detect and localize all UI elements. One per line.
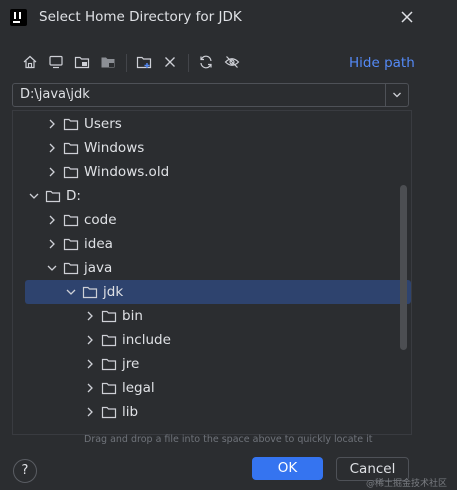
tree-row[interactable]: java: [13, 256, 411, 280]
chevron-right-icon[interactable]: [83, 309, 97, 323]
tree-row-label: code: [84, 212, 117, 228]
module-icon[interactable]: [96, 50, 120, 74]
refresh-icon[interactable]: [194, 50, 218, 74]
chevron-right-icon[interactable]: [45, 237, 59, 251]
hide-path-link[interactable]: Hide path: [349, 55, 415, 71]
title-bar: Select Home Directory for JDK: [0, 0, 457, 36]
chevron-right-icon[interactable]: [45, 165, 59, 179]
project-icon[interactable]: [70, 50, 94, 74]
chevron-right-icon[interactable]: [45, 213, 59, 227]
toolbar-separator: [188, 54, 189, 72]
chevron-right-icon[interactable]: [83, 357, 97, 371]
tree-row[interactable]: Users: [13, 112, 411, 136]
drive-icon: [45, 188, 61, 204]
folder-icon: [63, 236, 79, 252]
folder-icon: [101, 356, 117, 372]
folder-icon: [101, 404, 117, 420]
watermark-text: @稀土掘金技术社区: [366, 479, 448, 489]
tree-vertical-scrollbar[interactable]: [400, 185, 407, 350]
tree-row-label: D:: [66, 188, 81, 204]
tree-row-label: idea: [84, 236, 113, 252]
chevron-right-icon[interactable]: [45, 117, 59, 131]
folder-icon: [101, 332, 117, 348]
chevron-right-icon[interactable]: [83, 405, 97, 419]
tree-row-label: jre: [122, 356, 140, 372]
chevron-right-icon[interactable]: [45, 141, 59, 155]
chevron-down-icon[interactable]: [27, 189, 41, 203]
tree-row-label: Users: [84, 116, 122, 132]
tree-row[interactable]: code: [13, 208, 411, 232]
folder-icon: [63, 164, 79, 180]
chevron-down-icon[interactable]: [45, 261, 59, 275]
tree-row-label: jdk: [103, 284, 124, 300]
drop-hint-text: Drag and drop a file into the space abov…: [84, 434, 373, 445]
tree-row[interactable]: legal: [13, 376, 411, 400]
tree-row[interactable]: D:: [13, 184, 411, 208]
tree-row-label: Windows: [84, 140, 145, 156]
new-folder-icon[interactable]: [132, 50, 156, 74]
toolbar-separator: [126, 54, 127, 72]
desktop-icon[interactable]: [44, 50, 68, 74]
directory-tree[interactable]: Users Windows Windows.old D: code idea java jdk…: [12, 110, 412, 435]
tree-row[interactable]: Windows: [13, 136, 411, 160]
path-field[interactable]: D:\java\jdk: [12, 83, 409, 107]
tree-row-label: java: [84, 260, 113, 276]
help-button[interactable]: ?: [13, 459, 37, 483]
tree-row-label: include: [122, 332, 171, 348]
intellij-app-icon: [10, 9, 27, 26]
folder-icon: [101, 380, 117, 396]
folder-icon: [63, 212, 79, 228]
chevron-right-icon[interactable]: [83, 333, 97, 347]
chevron-down-icon: [393, 92, 401, 98]
folder-icon: [63, 140, 79, 156]
folder-icon: [63, 260, 79, 276]
show-hidden-icon[interactable]: [220, 50, 244, 74]
tree-row[interactable]: jre: [13, 352, 411, 376]
dialog-title: Select Home Directory for JDK: [39, 9, 242, 25]
chevron-down-icon[interactable]: [64, 285, 78, 299]
folder-icon: [63, 116, 79, 132]
chevron-right-icon[interactable]: [83, 381, 97, 395]
folder-icon: [82, 284, 98, 300]
delete-icon[interactable]: [158, 50, 182, 74]
tree-row[interactable]: include: [13, 328, 411, 352]
tree-row-label: Windows.old: [84, 164, 170, 180]
close-icon[interactable]: [397, 7, 417, 27]
folder-icon: [101, 308, 117, 324]
tree-row[interactable]: jdk: [25, 280, 411, 304]
ok-button[interactable]: OK: [252, 457, 323, 480]
home-icon[interactable]: [18, 50, 42, 74]
tree-row-label: legal: [122, 380, 155, 396]
tree-row[interactable]: lib: [13, 400, 411, 424]
tree-row[interactable]: bin: [13, 304, 411, 328]
tree-row-label: lib: [122, 404, 139, 420]
path-input-value[interactable]: D:\java\jdk: [20, 87, 90, 102]
tree-row[interactable]: Windows.old: [13, 160, 411, 184]
tree-row-label: bin: [122, 308, 143, 324]
path-dropdown-button[interactable]: [385, 84, 408, 106]
tree-row[interactable]: idea: [13, 232, 411, 256]
